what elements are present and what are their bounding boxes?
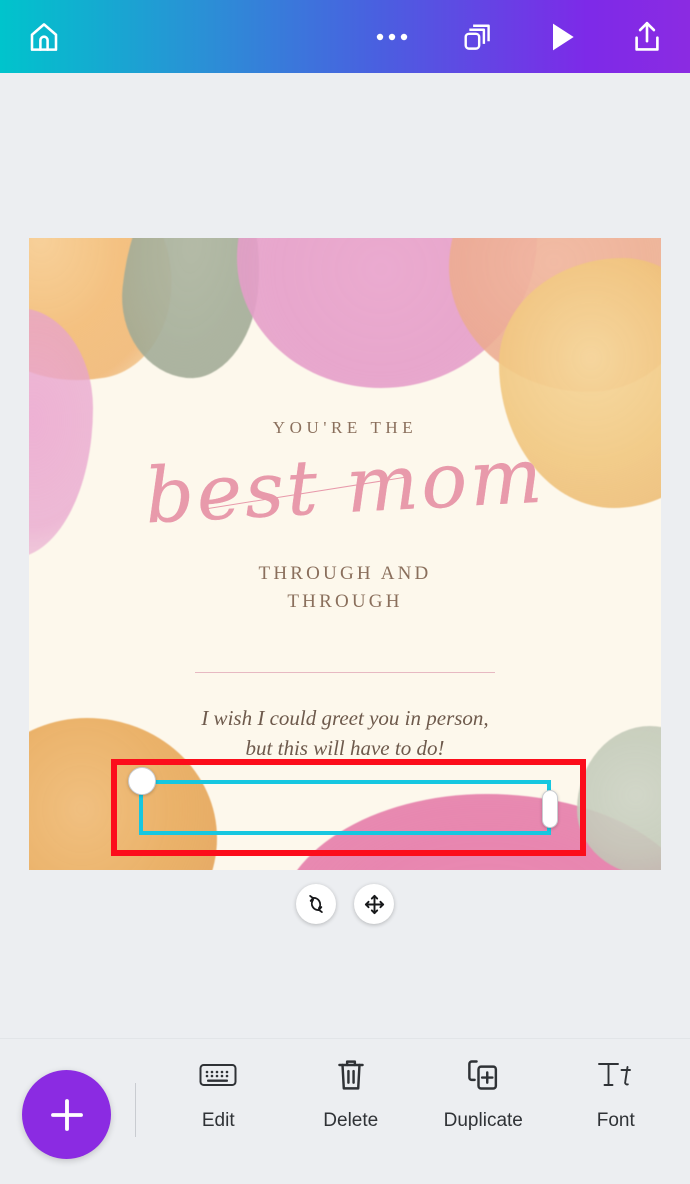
selected-textbox-line-1: I wish I could greet you in person, [201, 706, 489, 730]
design-subline-line-2: THROUGH [287, 591, 403, 613]
duplicate-button[interactable]: Duplicate [423, 1054, 543, 1132]
watercolor-blob-pink-top [237, 238, 537, 388]
share-upload-icon[interactable] [630, 19, 664, 55]
design-divider-rule [195, 672, 495, 673]
edit-label: Edit [201, 1110, 235, 1131]
home-icon[interactable] [26, 19, 62, 55]
design-subline-line-1: THROUGH AND [258, 563, 432, 584]
add-element-button[interactable] [22, 1070, 111, 1159]
resize-handle-circle[interactable] [128, 767, 156, 795]
watercolor-blob-sage-bottom-right [577, 726, 661, 870]
trash-icon [335, 1054, 367, 1096]
keyboard-icon [198, 1054, 238, 1096]
delete-button[interactable]: Delete [291, 1054, 411, 1132]
design-script-word-best: best [142, 442, 323, 541]
duplicate-label: Duplicate [443, 1110, 523, 1131]
textbox-selection-border[interactable] [139, 780, 551, 835]
delete-label: Delete [323, 1110, 379, 1131]
editor-workspace[interactable]: YOU'RE THE best mom THROUGH AND THROUGH I… [0, 73, 690, 1038]
duplicate-icon [466, 1054, 500, 1096]
font-button[interactable]: Font [556, 1054, 676, 1132]
watercolor-blob-peach-top-right [449, 238, 661, 392]
selected-textbox-line-2: but this will have to do! [245, 735, 445, 760]
design-eyebrow-text[interactable]: YOU'RE THE [29, 418, 661, 438]
top-toolbar-right [375, 19, 690, 55]
top-toolbar [0, 0, 690, 73]
more-options-icon[interactable] [375, 31, 409, 43]
font-label: Font [596, 1110, 635, 1131]
edit-button[interactable]: Edit [158, 1054, 278, 1132]
rotate-icon[interactable] [296, 884, 336, 924]
top-toolbar-left [0, 19, 62, 55]
pages-icon[interactable] [461, 19, 496, 54]
font-icon [596, 1054, 636, 1096]
play-icon[interactable] [548, 21, 578, 53]
app-root: YOU'RE THE best mom THROUGH AND THROUGH I… [0, 0, 690, 1184]
design-canvas[interactable]: YOU'RE THE best mom THROUGH AND THROUGH I… [29, 238, 661, 870]
resize-handle-bar[interactable] [542, 790, 558, 828]
watercolor-blob-sage-top [113, 238, 272, 385]
watercolor-blob-orange-top-left [29, 238, 188, 398]
toolbar-divider [135, 1083, 136, 1137]
plus-icon [50, 1098, 83, 1131]
object-tools: Edit Delete Duplicate Font [152, 1054, 682, 1132]
move-icon[interactable] [354, 884, 394, 924]
selected-textbox-content[interactable]: I wish I could greet you in person, but … [115, 704, 575, 764]
design-subline-text[interactable]: THROUGH AND THROUGH [29, 560, 661, 616]
